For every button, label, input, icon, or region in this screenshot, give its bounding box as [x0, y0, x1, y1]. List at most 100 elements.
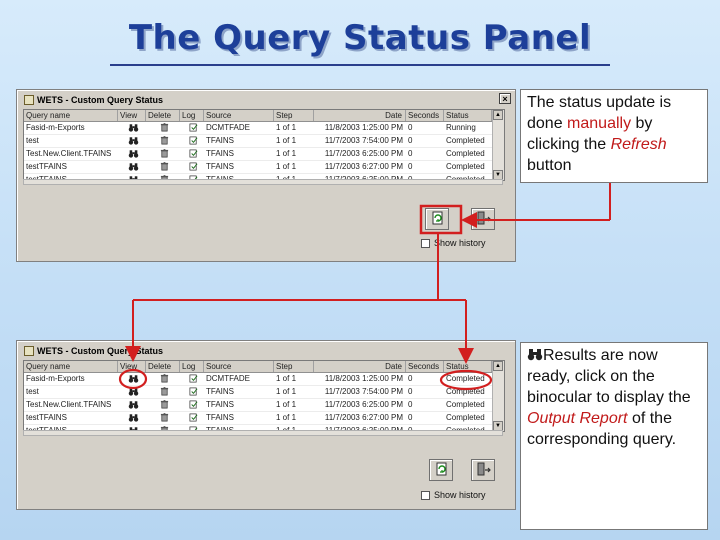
trash-icon [160, 400, 168, 409]
column-header-delete[interactable]: Delete [146, 361, 180, 372]
window-titlebar: WETS - Custom Query Status [19, 343, 513, 358]
column-header-step[interactable]: Step [274, 110, 314, 121]
view-binocular-button[interactable] [118, 161, 146, 173]
delete-button[interactable] [146, 373, 180, 385]
column-header-step[interactable]: Step [274, 361, 314, 372]
binocular-icon [128, 375, 138, 383]
date-cell: 11/8/2003 1:25:00 PM [324, 374, 403, 383]
delete-button[interactable] [146, 148, 180, 160]
status-cell: Completed [446, 136, 485, 145]
table-row[interactable]: Test.New.Client.TFAINS TFAINS 1 of 1 11/7/2… [24, 148, 504, 161]
column-header-log[interactable]: Log [180, 110, 204, 121]
view-binocular-button[interactable] [118, 386, 146, 398]
vertical-scrollbar[interactable]: ▲ ▼ [492, 110, 504, 180]
show-history-row[interactable]: Show history [421, 238, 486, 248]
log-button[interactable] [180, 412, 204, 424]
binocular-icon [128, 388, 138, 396]
column-header-query-name[interactable]: Query name [24, 110, 118, 121]
log-button[interactable] [180, 122, 204, 134]
column-header-date[interactable]: Date [314, 110, 406, 121]
window-titlebar: WETS - Custom Query Status × [19, 92, 513, 107]
scroll-up-icon[interactable]: ▲ [493, 361, 503, 371]
step-cell: 1 of 1 [276, 136, 297, 145]
table-row[interactable]: testTFAINS TFAINS 1 of 1 11/7/2003 6:27:00 … [24, 412, 504, 425]
column-header-source[interactable]: Source [204, 361, 274, 372]
binocular-icon [128, 163, 138, 171]
trash-icon [160, 413, 168, 422]
binocular-icon [128, 137, 138, 145]
trash-icon [160, 162, 168, 171]
refresh-button[interactable] [425, 208, 449, 230]
table-row[interactable]: Test.New.Client.TFAINS TFAINS 1 of 1 11/7/2… [24, 399, 504, 412]
seconds-cell: 0 [408, 400, 413, 409]
show-history-checkbox[interactable] [421, 490, 430, 500]
column-header-seconds[interactable]: Seconds [406, 110, 444, 121]
binocular-icon [128, 414, 138, 422]
delete-button[interactable] [146, 122, 180, 134]
query-name-cell: Fasid-m-Exports [26, 374, 85, 383]
delete-button[interactable] [146, 386, 180, 398]
scroll-up-icon[interactable]: ▲ [493, 110, 503, 120]
step-cell: 1 of 1 [276, 387, 297, 396]
table-row[interactable]: Fasid-m-Exports DCMTFADE 1 of 1 11/8/2003 1… [24, 373, 504, 386]
table-row[interactable]: testTFAINS TFAINS 1 of 1 11/7/2003 6:27:00 … [24, 161, 504, 174]
delete-button[interactable] [146, 161, 180, 173]
vertical-scrollbar[interactable]: ▲ ▼ [492, 361, 504, 431]
view-binocular-button[interactable] [118, 373, 146, 385]
callout-refresh-explanation: The status update is done manually by cl… [520, 89, 708, 183]
query-name-cell: testTFAINS [26, 162, 67, 171]
view-binocular-button[interactable] [118, 135, 146, 147]
show-history-row[interactable]: Show history [421, 490, 486, 500]
log-icon [189, 123, 197, 132]
horizontal-scrollbar[interactable] [23, 430, 503, 436]
refresh-button[interactable] [429, 459, 453, 481]
view-binocular-button[interactable] [118, 412, 146, 424]
table-row[interactable]: Fasid-m-Exports DCMTFADE 1 of 1 11/8/2003 1… [24, 122, 504, 135]
trash-icon [160, 387, 168, 396]
query-status-table: Query name View Delete Log Source Step D… [23, 360, 505, 432]
status-cell: Completed [446, 400, 485, 409]
source-cell: TFAINS [206, 413, 235, 422]
log-button[interactable] [180, 148, 204, 160]
column-header-date[interactable]: Date [314, 361, 406, 372]
status-cell: Completed [446, 387, 485, 396]
horizontal-scrollbar[interactable] [23, 179, 503, 185]
app-window-icon [24, 345, 34, 356]
show-history-checkbox[interactable] [421, 238, 430, 248]
column-header-status[interactable]: Status [444, 110, 492, 121]
delete-button[interactable] [146, 135, 180, 147]
source-cell: TFAINS [206, 387, 235, 396]
log-button[interactable] [180, 161, 204, 173]
exit-button[interactable] [471, 208, 495, 230]
column-header-query-name[interactable]: Query name [24, 361, 118, 372]
exit-button[interactable] [471, 459, 495, 481]
view-binocular-button[interactable] [118, 399, 146, 411]
callout-results-explanation: Results are now ready, click on the bino… [520, 342, 708, 530]
show-history-label: Show history [434, 238, 486, 248]
table-row[interactable]: test TFAINS 1 of 1 11/7/2003 7:54:00 PM 0 Com… [24, 386, 504, 399]
seconds-cell: 0 [408, 387, 413, 396]
column-header-view[interactable]: View [118, 361, 146, 372]
query-name-cell: test [26, 387, 39, 396]
column-header-status[interactable]: Status [444, 361, 492, 372]
column-header-log[interactable]: Log [180, 361, 204, 372]
callout1-text-3: button [527, 157, 572, 174]
column-header-delete[interactable]: Delete [146, 110, 180, 121]
view-binocular-button[interactable] [118, 122, 146, 134]
log-button[interactable] [180, 386, 204, 398]
log-button[interactable] [180, 373, 204, 385]
date-cell: 11/7/2003 6:27:00 PM [324, 413, 403, 422]
log-button[interactable] [180, 399, 204, 411]
delete-button[interactable] [146, 412, 180, 424]
column-header-source[interactable]: Source [204, 110, 274, 121]
log-button[interactable] [180, 135, 204, 147]
column-header-view[interactable]: View [118, 110, 146, 121]
table-row[interactable]: test TFAINS 1 of 1 11/7/2003 7:54:00 PM 0 Com… [24, 135, 504, 148]
column-header-seconds[interactable]: Seconds [406, 361, 444, 372]
delete-button[interactable] [146, 399, 180, 411]
seconds-cell: 0 [408, 123, 413, 132]
exit-icon [477, 462, 491, 476]
close-icon[interactable]: × [499, 93, 511, 104]
callout1-highlight-manually: manually [567, 115, 632, 132]
view-binocular-button[interactable] [118, 148, 146, 160]
